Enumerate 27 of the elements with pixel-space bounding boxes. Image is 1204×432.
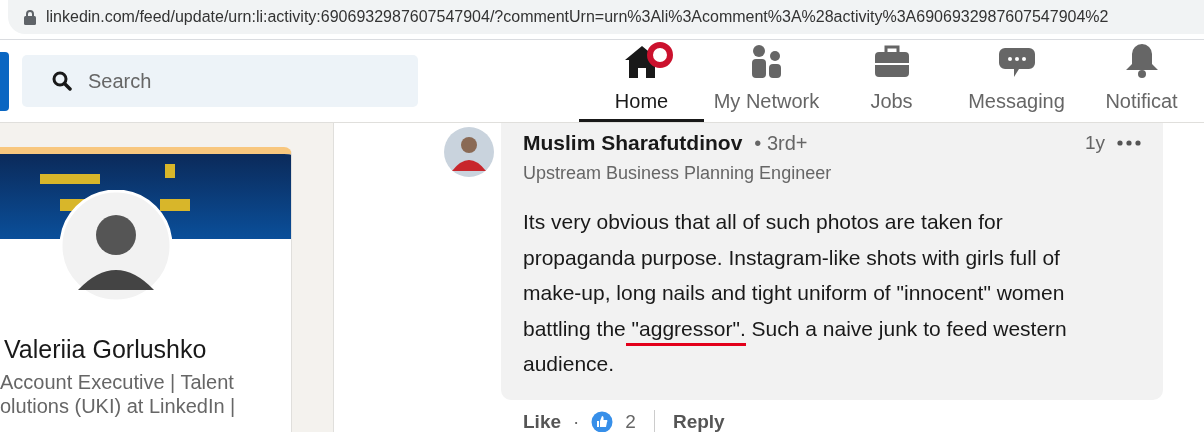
profile-name[interactable]: Valeriia Gorlushko: [0, 335, 291, 364]
more-options-icon[interactable]: [1117, 140, 1141, 146]
like-link[interactable]: Like: [523, 410, 562, 432]
search-field[interactable]: Search: [22, 55, 418, 107]
profile-headline: Account Executive | Talent olutions (UKI) at LinkedIn |: [0, 370, 237, 418]
reaction-count: 2: [625, 410, 636, 432]
people-icon: [749, 44, 784, 78]
commenter-name[interactable]: Muslim Sharafutdinov: [523, 131, 743, 155]
nav-tab[interactable]: My Network: [704, 40, 829, 122]
comment-text: Its very obvious that all of such photos are taken for propaganda purpose. Instagram-like shots with girls full of make-up, long nails and tight uniform of "innocent" women battling the "aggressor". Such a naive junk to feed western audience.: [523, 209, 1068, 377]
separator-dot: ·: [573, 410, 580, 432]
search-icon: [52, 71, 72, 91]
chat-bubble-icon: [998, 48, 1035, 78]
lock-icon: [24, 9, 36, 25]
briefcase-icon: [873, 44, 910, 78]
search-input[interactable]: Search: [86, 68, 390, 94]
commenter-avatar[interactable]: [444, 127, 494, 177]
url-text: linkedin.com/feed/update/urn:li:activity:6906932987607547904/?commentUrn=urn%3Ali%3Acomment%3A%28activity%3A6906932987607547904%2: [46, 8, 1109, 26]
address-bar[interactable]: linkedin.com/feed/update/urn:li:activity:6906932987607547904/?commentUrn=urn%3Ali%3Acomment%3A%28activity%3A6906932987607547904%2: [8, 0, 1204, 34]
commenter-headline: Upstream Business Planning Engineer: [523, 163, 833, 184]
reply-link[interactable]: Reply: [672, 410, 725, 432]
logo[interactable]: [0, 51, 9, 111]
comment-time: 1y: [1084, 132, 1105, 154]
connection-degree: • 3rd+: [754, 131, 808, 155]
nav-tab[interactable]: Messaging: [954, 40, 1079, 122]
nav-tab[interactable]: Notificat: [1079, 40, 1204, 122]
nav-tab[interactable]: Jobs: [829, 40, 954, 122]
